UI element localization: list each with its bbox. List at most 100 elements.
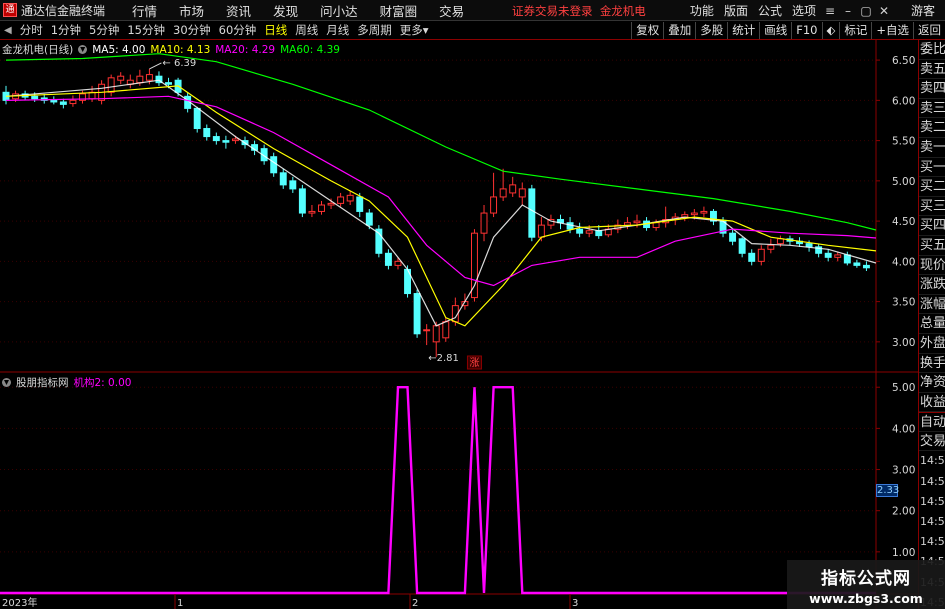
add-watchlist-button[interactable]: +自选 [871, 22, 913, 39]
window-menu-icon[interactable]: ≡ [821, 4, 839, 18]
period-more[interactable]: 更多▾ [400, 22, 429, 38]
restore-icon[interactable]: ▢ [857, 4, 875, 18]
tick-time: 14:56 [920, 454, 945, 468]
minimize-icon[interactable]: – [839, 4, 857, 18]
period-30min[interactable]: 30分钟 [173, 22, 211, 38]
candle-up [490, 196, 498, 214]
price-tick-label: 5.00 [892, 176, 915, 188]
watermark-url: www.zbgs3.com [809, 591, 923, 606]
chart-area[interactable]: 6.50 6.00 5.50 5.00 4.50 4.00 3.50 3.00 5.00 4.00… [0, 40, 918, 609]
menu-formula[interactable]: 公式 [758, 2, 782, 19]
candle-up [633, 220, 641, 224]
price-tick-label: 4.00 [892, 256, 915, 268]
high-price-label: ← 6.39 [162, 58, 196, 69]
menu-function[interactable]: 功能 [690, 2, 714, 19]
sub-indicator-legend: 股朋指标网 机构2: 0.00 [2, 375, 136, 390]
period-multi[interactable]: 多周期 [357, 22, 392, 38]
menu-market-quotes[interactable]: 行情 [132, 1, 157, 20]
quote-label: 总量 [919, 314, 945, 334]
candle-up [585, 230, 593, 234]
menu-ask[interactable]: 问小达 [320, 1, 358, 20]
candle-down [289, 180, 297, 190]
menu-layout[interactable]: 版面 [724, 2, 748, 19]
statistics-button[interactable]: 统计 [727, 22, 759, 39]
pin-icon[interactable]: ⬖ [821, 22, 840, 39]
candle-down [212, 136, 220, 142]
ma-line-ma20 [5, 95, 877, 287]
sub-tick-label: 2.00 [892, 506, 915, 518]
candle-up [394, 260, 402, 266]
candle-down [862, 264, 870, 269]
multi-stock-button[interactable]: 多股 [695, 22, 727, 39]
menu-options[interactable]: 选项 [792, 2, 816, 19]
quote-label: 卖五 [919, 60, 945, 80]
sub-indicator-settings-icon[interactable] [2, 378, 11, 387]
period-1min[interactable]: 1分钟 [51, 22, 81, 38]
close-icon[interactable]: ✕ [875, 4, 893, 18]
menu-discover[interactable]: 发现 [273, 1, 298, 20]
quote-label: 外盘 [919, 334, 945, 354]
menu-bar: 通 通达信金融终端 行情 市场 资讯 发现 问小达 财富圈 交易 证券交易未登录… [0, 0, 945, 21]
candle-down [356, 196, 364, 212]
candle-up [442, 321, 450, 339]
menu-news[interactable]: 资讯 [226, 1, 251, 20]
candle-up [652, 222, 660, 229]
tick-time: 14:56 [920, 535, 945, 549]
candle-up [117, 75, 125, 81]
quote-panel: 委比 卖五 卖四 卖三 卖二 卖一 买一 买二 买三 买四 买五 现价 涨跌 涨幅 总量 外盘 换手 净资 收益 自动… [918, 40, 945, 609]
candle-down [50, 99, 58, 103]
draw-line-button[interactable]: 画线 [759, 22, 791, 39]
period-5min[interactable]: 5分钟 [89, 22, 119, 38]
candle-up [346, 194, 354, 202]
month-label: 2 [412, 598, 418, 609]
limit-up-label: 涨 [469, 357, 479, 369]
guest-user[interactable]: 游客 [911, 2, 935, 19]
quote-label: 买一 [919, 158, 945, 178]
menu-market[interactable]: 市场 [179, 1, 204, 20]
candle-down [222, 140, 230, 143]
candle-up [623, 222, 631, 226]
overlay-button[interactable]: 叠加 [663, 22, 695, 39]
sub-tick-label: 4.00 [892, 423, 915, 435]
period-intraday[interactable]: 分时 [20, 22, 43, 38]
indicator-line [0, 386, 876, 595]
candle-up [69, 99, 77, 105]
ma5-label: MA5: 4.00 [92, 43, 146, 56]
period-60min[interactable]: 60分钟 [219, 22, 257, 38]
app-logo-icon: 通 [3, 3, 17, 17]
price-tick-label: 4.50 [892, 216, 915, 228]
cursor-value-box: 2.33 [876, 484, 900, 497]
period-monthly[interactable]: 月线 [326, 22, 349, 38]
trade-login-status[interactable]: 证券交易未登录 金龙机电 [512, 3, 646, 19]
quote-label: 买二 [919, 177, 945, 197]
back-button[interactable]: 返回 [913, 22, 945, 39]
tick-time: 14:56 [920, 494, 945, 508]
quote-label: 自动 [919, 412, 945, 432]
sub-indicator-title[interactable]: 股朋指标网 [16, 375, 69, 390]
sub-tick-label: 5.00 [892, 382, 915, 394]
period-daily[interactable]: 日线 [264, 22, 287, 38]
stock-title[interactable]: 金龙机电(日线) [2, 42, 73, 57]
menu-trade[interactable]: 交易 [439, 1, 464, 20]
quote-label: 买五 [919, 236, 945, 256]
indicator-settings-icon[interactable] [78, 45, 88, 54]
month-label: 3 [572, 598, 578, 609]
candle-down [59, 101, 67, 105]
mark-button[interactable]: 标记 [839, 22, 871, 39]
quote-label: 买四 [919, 216, 945, 236]
period-weekly[interactable]: 周线 [295, 22, 318, 38]
expand-left-icon[interactable]: ◀ [4, 25, 12, 36]
period-15min[interactable]: 15分钟 [127, 22, 165, 38]
candle-down [31, 95, 39, 100]
ma-line-ma5 [5, 79, 877, 327]
candle-up [480, 212, 488, 234]
menu-wealth-circle[interactable]: 财富圈 [380, 1, 418, 20]
price-tick-label: 3.50 [892, 297, 915, 309]
adjust-button[interactable]: 复权 [631, 22, 663, 39]
candle-down [365, 212, 373, 226]
candle-down [528, 188, 536, 238]
f10-button[interactable]: F10 [791, 22, 821, 39]
candle-down [748, 252, 756, 262]
quote-label: 交易 [919, 432, 945, 452]
app-title: 通达信金融终端 [21, 3, 106, 18]
